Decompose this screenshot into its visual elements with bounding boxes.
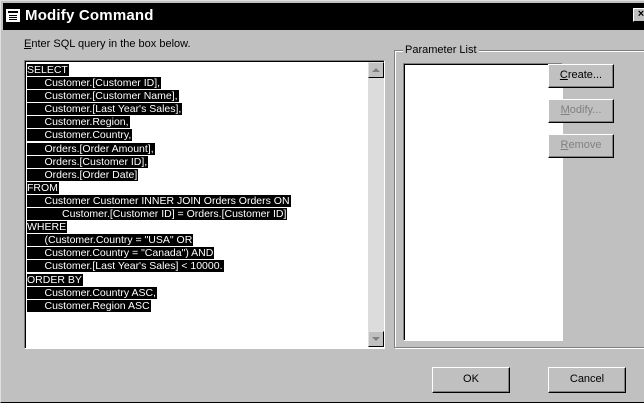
remove-button[interactable]: Remove [548, 134, 614, 158]
ok-button[interactable]: OK [432, 367, 510, 393]
sql-line: Customer Customer INNER JOIN Orders Orde… [27, 194, 363, 208]
dialog-title: Modify Command [25, 7, 154, 24]
sql-line: Customer.Country = "Canada") AND [27, 247, 363, 260]
sql-line: Orders.[Order Amount], [27, 142, 363, 156]
sql-line-text: Customer.Country, [27, 129, 133, 142]
sql-line: Customer.Region ASC [27, 299, 363, 313]
sql-line-text: Customer.Region ASC [27, 299, 151, 312]
sql-line-text: Customer.Region, [27, 116, 130, 129]
sql-line-text: WHERE [27, 221, 68, 234]
sql-line-text: Customer.Country = "Canada") AND [27, 247, 215, 260]
close-icon: × [637, 8, 644, 20]
sql-line-text: Customer.[Last Year's Sales], [27, 103, 183, 116]
sql-line: Customer.[Last Year's Sales] < 10000. [27, 260, 363, 273]
modify-label: odify... [569, 104, 602, 116]
sql-line-text: Customer Customer INNER JOIN Orders Orde… [27, 194, 291, 207]
sql-line: SELECT [27, 64, 363, 77]
parameter-list-group: Parameter List [394, 44, 644, 348]
sql-line-text: Orders.[Customer ID], [27, 155, 149, 168]
sql-line: Customer.Country ASC, [27, 286, 363, 300]
sql-line-text: Customer.Country ASC, [27, 286, 157, 299]
modify-button[interactable]: Modify... [548, 99, 614, 123]
sql-line-text: Orders.[Order Amount], [27, 142, 155, 155]
sql-line: ORDER BY [27, 273, 363, 287]
sql-line-text: Customer.[Customer Name], [27, 90, 179, 103]
sql-line: (Customer.Country = "USA" OR [27, 234, 363, 247]
create-button[interactable]: Create... [548, 64, 614, 88]
sql-query-text: SELECT Customer.[Customer ID], Customer.… [27, 64, 363, 313]
create-accel-key: C [559, 69, 568, 81]
scroll-up-arrow-icon[interactable] [368, 62, 384, 78]
sql-line-text: SELECT [27, 64, 69, 76]
scroll-down-arrow-icon[interactable] [368, 331, 384, 347]
modify-accel-key: M [560, 104, 570, 116]
sql-line-text: ORDER BY [27, 273, 83, 286]
parameter-list-label: Parameter List [403, 44, 479, 57]
modify-command-dialog: Modify Command × Enter SQL query in the … [0, 0, 644, 403]
sql-instruction-label: Enter SQL query in the box below. [24, 38, 191, 51]
sql-line-text: Customer.[Customer ID] = Orders.[Custome… [27, 208, 288, 221]
sql-line: Customer.Region, [27, 116, 363, 129]
sql-line: WHERE [27, 221, 363, 234]
sql-line: Customer.[Customer Name], [27, 90, 363, 103]
cancel-button[interactable]: Cancel [548, 367, 626, 393]
sql-vertical-scrollbar[interactable] [368, 62, 384, 347]
sql-line: FROM [27, 181, 363, 195]
create-label: reate... [567, 69, 603, 81]
sql-line-text: FROM [27, 181, 59, 194]
title-bar: Modify Command × [3, 3, 644, 30]
sql-line: Orders.[Order Date] [27, 168, 363, 182]
instruction-text: nter SQL query in the box below. [31, 38, 191, 50]
sql-line-text: Customer.[Last Year's Sales] < 10000. [27, 260, 224, 273]
sql-line: Customer.[Last Year's Sales], [27, 103, 363, 116]
window-menu-icon[interactable] [6, 9, 20, 22]
sql-line: Customer.[Customer ID], [27, 77, 363, 90]
sql-line: Customer.[Customer ID] = Orders.[Custome… [27, 208, 363, 221]
sql-line: Customer.Country, [27, 129, 363, 142]
sql-query-textarea[interactable]: SELECT Customer.[Customer ID], Customer.… [24, 60, 385, 349]
sql-line: Orders.[Customer ID], [27, 155, 363, 169]
parameter-listbox[interactable] [403, 63, 563, 341]
sql-line-text: Orders.[Order Date] [27, 168, 139, 181]
sql-line-text: (Customer.Country = "USA" OR [27, 234, 194, 247]
close-button[interactable]: × [633, 8, 644, 22]
sql-line-text: Customer.[Customer ID], [27, 77, 162, 90]
remove-label: emove [568, 139, 602, 151]
